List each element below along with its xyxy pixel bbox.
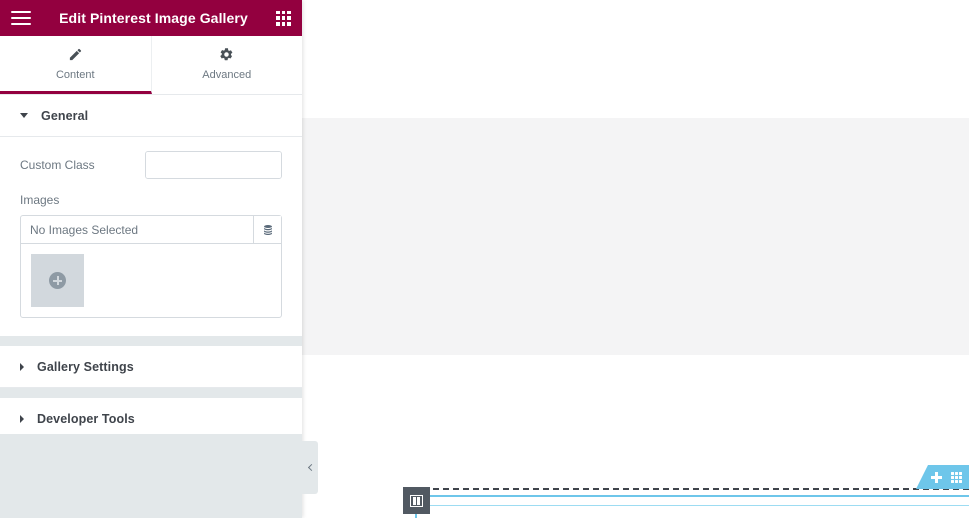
section-add-toolbar[interactable]	[916, 465, 969, 489]
custom-class-label: Custom Class	[20, 158, 95, 172]
hamburger-menu-icon[interactable]	[11, 11, 31, 25]
column-handle[interactable]	[403, 487, 430, 514]
section-divider	[0, 336, 302, 346]
apps-grid-icon[interactable]	[276, 10, 291, 26]
section-title-developer-tools: Developer Tools	[37, 411, 135, 426]
chevron-left-icon	[307, 463, 315, 472]
custom-class-input[interactable]	[146, 152, 281, 178]
section-highlight-line	[413, 495, 969, 497]
plus-circle-icon	[49, 272, 66, 289]
editor-canvas	[302, 0, 969, 518]
chevron-right-icon	[20, 362, 24, 371]
section-highlight-line-secondary	[413, 505, 969, 506]
columns-icon	[410, 494, 423, 507]
page-title: Edit Pinterest Image Gallery	[59, 10, 248, 26]
section-dashed-outline	[413, 488, 969, 490]
images-thumbnails-area	[21, 244, 281, 317]
section-header-gallery-settings[interactable]: Gallery Settings	[0, 346, 302, 388]
images-label: Images	[20, 193, 60, 207]
general-section-body: Custom Class Images No Images Selected	[0, 137, 302, 336]
section-header-general[interactable]: General	[0, 95, 302, 137]
grid-handle-icon[interactable]	[951, 471, 962, 483]
pencil-icon	[68, 47, 83, 64]
section-title-gallery-settings: Gallery Settings	[37, 359, 134, 374]
column-handle-tick	[415, 514, 417, 518]
panel-collapse-button[interactable]	[302, 441, 318, 494]
tab-advanced-label: Advanced	[202, 68, 252, 81]
chevron-right-icon	[20, 414, 24, 423]
tab-advanced[interactable]: Advanced	[151, 36, 302, 94]
plus-icon[interactable]	[931, 471, 942, 483]
panel-bottom-filler	[0, 434, 302, 518]
dynamic-tags-icon[interactable]	[253, 216, 281, 243]
chevron-down-icon	[20, 113, 28, 118]
images-gallery-control: No Images Selected	[20, 215, 282, 318]
images-status-text: No Images Selected	[30, 222, 139, 237]
tab-content[interactable]: Content	[0, 36, 152, 94]
panel-header: Edit Pinterest Image Gallery	[0, 0, 302, 36]
custom-class-input-wrap	[145, 151, 282, 179]
panel-tabs: Content Advanced	[0, 36, 302, 95]
gear-icon	[219, 47, 234, 64]
add-image-button[interactable]	[31, 254, 84, 307]
tab-content-label: Content	[55, 68, 95, 81]
canvas-content-block	[302, 118, 969, 355]
control-custom-class: Custom Class	[20, 151, 282, 179]
images-status-row: No Images Selected	[21, 216, 281, 244]
section-divider	[0, 388, 302, 398]
editor-panel: Edit Pinterest Image Gallery Content Adv…	[0, 0, 302, 518]
section-title-general: General	[41, 108, 89, 123]
